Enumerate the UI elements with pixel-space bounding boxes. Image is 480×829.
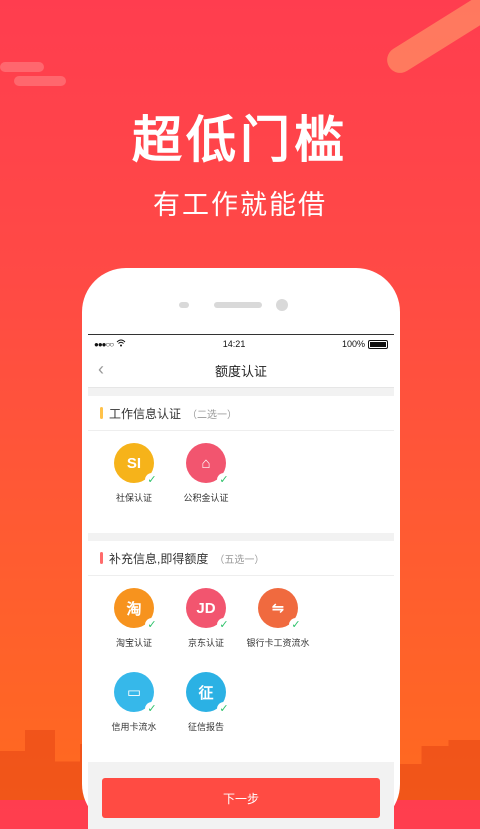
checkmark-icon: ✓ (145, 702, 159, 716)
checkmark-icon: ✓ (145, 473, 159, 487)
decorative-pill (382, 0, 480, 78)
auth-option-label: 银行卡工资流水 (246, 638, 310, 648)
icon-glyph: 淘 (126, 600, 142, 618)
icon-glyph: ⌂ (201, 454, 211, 472)
auth-option-label: 淘宝认证 (115, 638, 152, 648)
hero-subtitle: 有工作就能借 (153, 190, 327, 220)
decorative-cloud (14, 76, 66, 86)
housing-fund-icon: ⌂ ✓ (186, 443, 231, 487)
auth-option[interactable]: ⇋ ✓ 银行卡工资流水 (242, 588, 314, 672)
hero-title: 超低门槛 (132, 112, 348, 168)
icon-glyph: 征 (198, 684, 214, 702)
checkmark-icon: ✓ (289, 618, 303, 632)
battery-icon (367, 340, 388, 350)
status-bar: ●●●○○ 14:21 100% (88, 335, 394, 353)
decorative-cityscape (390, 740, 480, 800)
auth-option-label: 京东认证 (187, 638, 224, 648)
phone-screen: ●●●○○ 14:21 100% ‹ 额度认证 工作信息认证 （二选一） SI ✓ 社保… (88, 334, 394, 829)
auth-grid: SI ✓ 社保认证 ⌂ ✓ 公积金认证 (88, 431, 394, 533)
signal-icon: ●●●○○ (94, 339, 114, 349)
section-hint: （二选一） (187, 409, 238, 421)
auth-option[interactable]: 淘 ✓ 淘宝认证 (98, 588, 170, 672)
auth-option-label: 征信报告 (187, 722, 224, 732)
back-icon[interactable]: ‹ (98, 359, 104, 380)
section-accent-bar (100, 407, 103, 419)
icon-glyph: ⇋ (271, 600, 285, 617)
status-time: 14:21 (222, 339, 246, 349)
phone-earpiece-area (82, 268, 400, 334)
icon-glyph: SI (126, 454, 142, 472)
icon-glyph: JD (196, 599, 216, 617)
speaker-grille (214, 302, 262, 308)
decorative-cloud (0, 62, 44, 72)
battery-percent: 100% (341, 338, 365, 349)
auth-option[interactable]: ⌂ ✓ 公积金认证 (170, 443, 242, 527)
jd-icon: JD ✓ (186, 588, 231, 632)
phone-mockup: ●●●○○ 14:21 100% ‹ 额度认证 工作信息认证 （二选一） SI ✓ 社保… (82, 268, 400, 829)
section-header: 工作信息认证 （二选一） (88, 396, 394, 431)
checkmark-icon: ✓ (217, 618, 231, 632)
auth-option[interactable]: ▭ ✓ 信用卡流水 (98, 672, 170, 756)
auth-option[interactable]: JD ✓ 京东认证 (170, 588, 242, 672)
section-header: 补充信息,即得额度 （五选一） (88, 541, 394, 576)
checkmark-icon: ✓ (145, 618, 159, 632)
auth-option-label: 公积金认证 (183, 493, 229, 503)
next-step-button[interactable]: 下一步 (102, 778, 380, 818)
section-title: 补充信息,即得额度 (109, 551, 209, 566)
wifi-icon (116, 339, 126, 349)
auth-option-label: 信用卡流水 (111, 722, 157, 732)
auth-section: 工作信息认证 （二选一） SI ✓ 社保认证 ⌂ ✓ 公积金认证 (88, 396, 394, 533)
checkmark-icon: ✓ (217, 473, 231, 487)
sections-container: 工作信息认证 （二选一） SI ✓ 社保认证 ⌂ ✓ 公积金认证 补充信息,即得额度 （五选一）淘… (88, 396, 394, 762)
navigation-bar: ‹ 额度认证 (88, 353, 394, 388)
auth-section: 补充信息,即得额度 （五选一）淘 ✓ 淘宝认证 JD ✓ 京东认证 ⇋ ✓ 银行卡工资流水 ▭ ✓ 信用… (88, 541, 394, 762)
credit-report-icon: 征 ✓ (186, 672, 231, 716)
sensor-dot (179, 302, 189, 308)
bank-card-icon: ⇋ ✓ (258, 588, 303, 632)
social-security-icon: SI ✓ (114, 443, 159, 487)
credit-card-icon: ▭ ✓ (114, 672, 159, 716)
taobao-icon: 淘 ✓ (114, 588, 159, 632)
auth-grid: 淘 ✓ 淘宝认证 JD ✓ 京东认证 ⇋ ✓ 银行卡工资流水 ▭ ✓ 信用卡流水征 ✓ 征信报告 (88, 576, 394, 762)
auth-option-label: 社保认证 (115, 493, 152, 503)
section-title: 工作信息认证 (109, 406, 182, 421)
section-accent-bar (100, 552, 103, 564)
auth-option[interactable]: 征 ✓ 征信报告 (170, 672, 242, 756)
checkmark-icon: ✓ (217, 702, 231, 716)
section-hint: （五选一） (214, 554, 265, 566)
page-title: 额度认证 (214, 363, 267, 379)
auth-option[interactable]: SI ✓ 社保认证 (98, 443, 170, 527)
front-camera (276, 299, 288, 311)
icon-glyph: ▭ (126, 684, 142, 701)
